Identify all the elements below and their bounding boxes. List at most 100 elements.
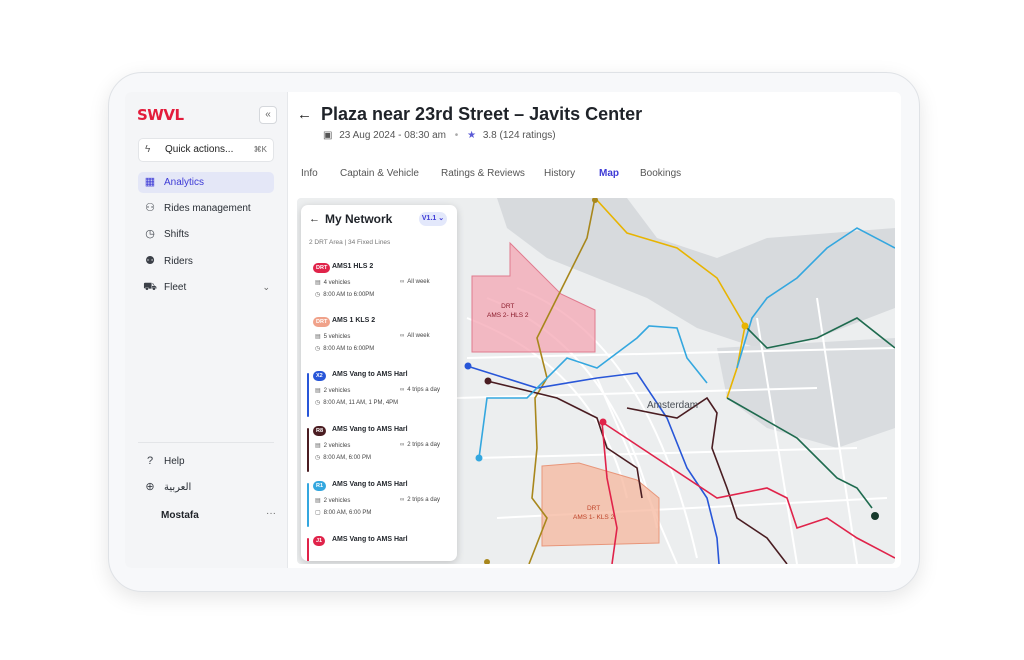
network-panel: ← My Network V1.1 ⌄ 2 DRT Area | 34 Fixe… (301, 205, 457, 561)
tab-captain-vehicle[interactable]: Captain & Vehicle (340, 168, 419, 179)
stop-marker[interactable] (475, 454, 483, 462)
list-item[interactable]: J1 AMS Vang to AMS Harl (301, 536, 457, 561)
line-name: AMS 1 KLS 2 (332, 317, 376, 324)
collapse-sidebar-button[interactable]: « (259, 106, 277, 124)
network-map[interactable]: DRT AMS 2- HLS 2 DRT AMS 1- KLS 2 Amsterda… (297, 198, 895, 564)
dot-separator: • (454, 130, 459, 141)
clock-icon: ◷ (145, 228, 155, 240)
line-vehicles: ▤ 2 vehicles (315, 443, 351, 449)
line-name: AMS1 HLS 2 (332, 263, 374, 270)
clock-icon: ◷ (315, 400, 321, 406)
bus-icon: ▤ (315, 388, 321, 394)
list-item[interactable]: R8 AMS Vang to AMS Harl ▤ 2 vehicles ∞ 2 t… (301, 426, 457, 478)
line-color-bar (307, 483, 309, 527)
sidebar-item-riders[interactable]: ⚉ Riders (138, 251, 274, 272)
stop-marker[interactable] (871, 512, 879, 520)
analytics-icon: ▦ (144, 176, 156, 188)
sidebar-item-label: العربية (164, 482, 192, 493)
line-badge: J1 (313, 536, 326, 546)
stop-marker[interactable] (484, 377, 492, 385)
line-time: ◷ 8:00 AM, 11 AM, 1 PM, 4PM (315, 400, 399, 406)
help-icon: ? (146, 455, 154, 467)
clock-icon: ◷ (315, 292, 321, 298)
clock-icon: ◷ (315, 346, 321, 352)
line-time: ◷ 8:00 AM to 6:00PM (315, 292, 375, 298)
water-area (717, 338, 895, 448)
star-icon: ★ (467, 130, 477, 141)
line-vehicles: ▤ 2 vehicles (315, 388, 351, 394)
sidebar-item-language[interactable]: ⊕ العربية (138, 477, 274, 498)
list-item[interactable]: R1 AMS Vang to AMS Harl ▤ 2 vehicles ∞ 2 t… (301, 481, 457, 533)
stop-marker[interactable] (464, 362, 472, 370)
line-badge: DRT (313, 263, 331, 273)
bus-icon: ▤ (315, 498, 321, 504)
quick-actions-button[interactable]: ϟ Quick actions... ⌘K (138, 138, 274, 162)
sidebar-item-fleet[interactable]: ⛟ Fleet ⌄ (138, 277, 274, 298)
line-frequency: ∞ 4 trips a day (400, 387, 440, 393)
panel-title: My Network (325, 212, 393, 226)
loop-icon: ∞ (400, 442, 405, 448)
line-frequency: ∞ 2 trips a day (400, 497, 440, 503)
line-name: AMS Vang to AMS Harl (332, 481, 408, 488)
sidebar-item-shifts[interactable]: ◷ Shifts (138, 224, 274, 245)
back-button[interactable]: ← (297, 106, 312, 123)
calendar-icon: ▢ (315, 510, 321, 516)
line-color-bar (307, 538, 309, 561)
page-title: Plaza near 23rd Street – Javits Center (321, 104, 643, 124)
line-time: ▢ 8:00 AM, 6:00 PM (315, 510, 372, 516)
stop-marker[interactable] (484, 559, 490, 564)
quick-actions-label: Quick actions... (165, 144, 234, 155)
line-vehicles: ▤ 5 vehicles (315, 334, 351, 340)
tab-history[interactable]: History (544, 168, 575, 179)
sidebar-item-rides-management[interactable]: ⚇ Rides management (138, 198, 274, 219)
line-name: AMS Vang to AMS Harl (332, 371, 408, 378)
bus-icon: ▤ (315, 443, 321, 449)
sidebar-item-label: Shifts (164, 229, 190, 240)
clock-icon: ◷ (315, 455, 321, 461)
loop-icon: ∞ (400, 387, 405, 393)
line-frequency: ∞ 2 trips a day (400, 442, 440, 448)
calendar-icon: ▣ (323, 130, 333, 141)
line-badge: X2 (313, 371, 326, 381)
stop-marker[interactable] (599, 418, 607, 426)
user-name[interactable]: Mostafa (161, 510, 199, 521)
tab-ratings-reviews[interactable]: Ratings & Reviews (441, 168, 525, 179)
list-item[interactable]: DRT AMS1 HLS 2 ▤ 4 vehicles ∞ All week ◷ 8:… (301, 263, 457, 315)
line-vehicles: ▤ 2 vehicles (315, 498, 351, 504)
line-frequency: ∞ All week (400, 279, 430, 285)
sidebar-item-label: Analytics (164, 177, 205, 188)
divider (138, 442, 274, 443)
more-icon[interactable]: ··· (266, 508, 276, 519)
tab-info[interactable]: Info (301, 168, 318, 179)
line-frequency: ∞ All week (400, 333, 430, 339)
drt-area-label: DRT AMS 2- HLS 2 (487, 303, 529, 319)
stop-marker[interactable] (741, 322, 749, 330)
ride-date: 23 Aug 2024 - 08:30 am (339, 130, 446, 141)
panel-back-button[interactable]: ← (309, 213, 320, 225)
sidebar-item-help[interactable]: ? Help (138, 451, 274, 472)
drt-area-label: DRT AMS 1- KLS 2 (573, 505, 615, 521)
tab-map[interactable]: Map (599, 168, 619, 179)
bus-icon: ▤ (315, 280, 321, 286)
bus-icon: ▤ (315, 334, 321, 340)
loop-icon: ∞ (400, 497, 405, 503)
riders-icon: ⚉ (145, 255, 155, 267)
loop-icon: ∞ (400, 333, 405, 339)
list-item[interactable]: X2 AMS Vang to AMS Harl ▤ 2 vehicles ∞ 4 t… (301, 371, 457, 423)
sidebar-item-label: Riders (164, 256, 193, 267)
line-vehicles: ▤ 4 vehicles (315, 280, 351, 286)
line-color-bar (307, 373, 309, 417)
line-time: ◷ 8:00 AM, 6:00 PM (315, 455, 371, 461)
list-item[interactable]: DRT AMS 1 KLS 2 ▤ 5 vehicles ∞ All week ◷ 8… (301, 317, 457, 369)
loop-icon: ∞ (400, 279, 405, 285)
sidebar-item-label: Rides management (164, 203, 251, 214)
car-icon: ⛟ (143, 281, 157, 293)
tab-bookings[interactable]: Bookings (640, 168, 681, 179)
version-dropdown[interactable]: V1.1 ⌄ (419, 212, 447, 226)
sidebar-item-analytics[interactable]: ▦ Analytics (138, 172, 274, 193)
lightning-icon: ϟ (145, 144, 151, 155)
sidebar-item-label: Fleet (164, 282, 187, 293)
line-badge: R1 (313, 481, 327, 491)
quick-actions-shortcut: ⌘K (253, 145, 267, 154)
line-badge: R8 (313, 426, 327, 436)
